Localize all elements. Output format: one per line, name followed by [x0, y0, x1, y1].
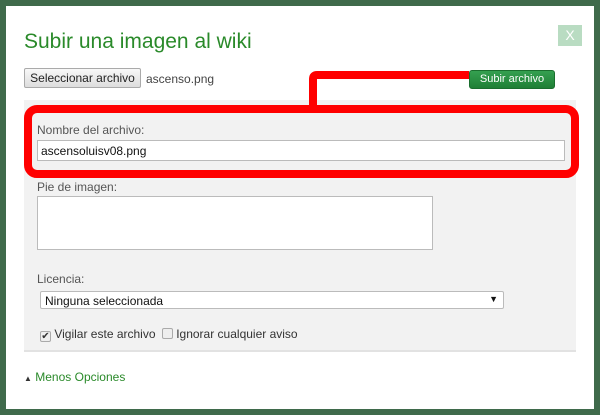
annotation-highlight-box [24, 105, 579, 178]
annotation-overlay [24, 71, 579, 178]
annotation-connector-line [309, 71, 469, 107]
